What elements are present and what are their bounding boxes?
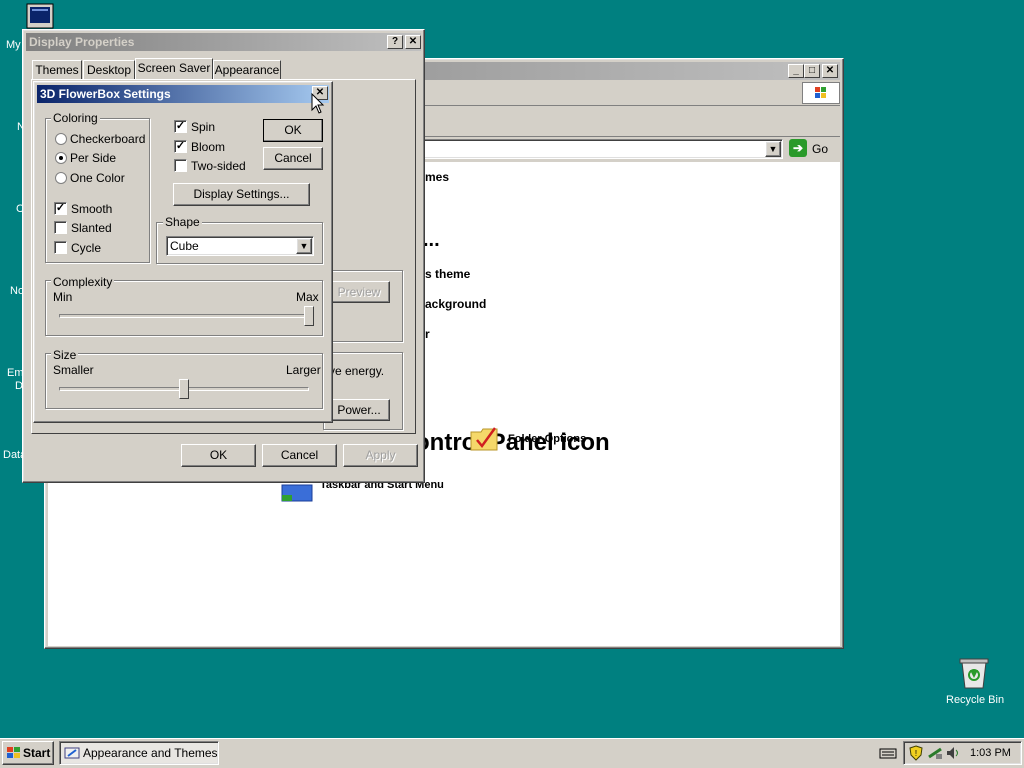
smooth-label[interactable]: Smooth	[71, 202, 112, 216]
power-text-partial: ve energy.	[329, 364, 385, 378]
folder-options-label[interactable]: Folder Options	[508, 433, 586, 445]
size-group-label: Size	[51, 348, 79, 362]
recycle-bin-label[interactable]: Recycle Bin	[946, 694, 1004, 706]
display-properties-title: Display Properties	[29, 35, 135, 49]
complexity-max-label: Max	[296, 290, 319, 304]
security-shield-icon[interactable]: !	[908, 745, 924, 761]
desktop-icon-label[interactable]: My	[6, 39, 21, 51]
control-panel-icon	[64, 747, 80, 759]
preview-button[interactable]: Preview	[328, 281, 390, 303]
checkerboard-radio[interactable]	[55, 133, 67, 145]
taskbar-task-appearance-themes[interactable]: Appearance and Themes	[59, 741, 219, 765]
size-max-label: Larger	[286, 363, 321, 377]
minimize-button[interactable]: _	[788, 64, 804, 78]
size-slider-thumb[interactable]	[179, 379, 189, 399]
cycle-label[interactable]: Cycle	[71, 241, 101, 255]
spin-label[interactable]: Spin	[191, 120, 215, 134]
recycle-bin-icon[interactable]	[956, 656, 992, 690]
complexity-group-label: Complexity	[51, 275, 115, 289]
spin-checkbox[interactable]: ✓	[174, 120, 187, 133]
tab-screen-saver[interactable]: Screen Saver	[135, 58, 213, 80]
close-button[interactable]: ✕	[822, 64, 838, 78]
task-link-themes[interactable]: mes	[425, 170, 449, 184]
smooth-checkbox[interactable]: ✓	[54, 202, 67, 215]
start-label: Start	[23, 746, 51, 760]
two-sided-checkbox[interactable]	[174, 159, 187, 172]
bloom-label[interactable]: Bloom	[191, 140, 225, 154]
task-link-background[interactable]: ackground	[425, 297, 486, 311]
per-side-label[interactable]: Per Side	[70, 151, 116, 165]
cancel-button[interactable]: Cancel	[262, 444, 337, 467]
monitor-icon	[26, 3, 54, 29]
one-color-radio[interactable]	[55, 172, 67, 184]
shape-select[interactable]: Cube ▼	[166, 236, 314, 256]
desktop-my-computer-icon[interactable]	[26, 3, 54, 29]
address-input[interactable]	[375, 139, 783, 159]
two-sided-label[interactable]: Two-sided	[191, 159, 246, 173]
per-side-radio[interactable]	[55, 152, 67, 164]
network-icon[interactable]	[927, 745, 943, 761]
help-button[interactable]: ?	[387, 35, 403, 49]
checkerboard-label[interactable]: Checkerboard	[70, 132, 145, 146]
flowerbox-title: 3D FlowerBox Settings	[40, 87, 171, 101]
task-heading-dots: ...	[423, 229, 440, 251]
folder-options-icon[interactable]	[469, 424, 501, 452]
go-button-label[interactable]: Go	[812, 142, 828, 156]
ok-button[interactable]: OK	[181, 444, 256, 467]
task-link-theme[interactable]: s theme	[425, 267, 470, 281]
address-dropdown-button[interactable]: ▼	[765, 141, 781, 157]
volume-icon[interactable]	[945, 745, 961, 761]
taskbar-task-label: Appearance and Themes	[83, 746, 218, 760]
power-button[interactable]: Power...	[328, 399, 390, 421]
go-arrow-icon[interactable]: ➔	[789, 139, 807, 157]
keyboard-icon[interactable]	[879, 745, 897, 761]
windows-logo-icon	[7, 747, 20, 758]
mouse-cursor-icon	[311, 92, 325, 115]
chevron-down-icon[interactable]: ▼	[296, 238, 312, 254]
svg-text:!: !	[915, 749, 917, 758]
complexity-min-label: Min	[53, 290, 73, 304]
windows-logo-icon	[802, 82, 840, 104]
cancel-button[interactable]: Cancel	[263, 147, 323, 170]
slanted-label[interactable]: Slanted	[71, 221, 112, 235]
close-button[interactable]: ✕	[405, 35, 421, 49]
display-settings-button[interactable]: Display Settings...	[173, 183, 310, 206]
tab-themes[interactable]: Themes	[32, 60, 82, 80]
flowerbox-settings-window: 3D FlowerBox Settings ✕ Coloring Checker…	[33, 81, 333, 423]
complexity-slider-thumb[interactable]	[304, 306, 314, 326]
complexity-slider-track[interactable]	[59, 314, 309, 318]
bloom-checkbox[interactable]: ✓	[174, 140, 187, 153]
maximize-button[interactable]: □	[804, 64, 820, 78]
apply-button[interactable]: Apply	[343, 444, 418, 467]
one-color-label[interactable]: One Color	[70, 171, 125, 185]
coloring-group-label: Coloring	[51, 111, 100, 125]
display-properties-titlebar[interactable]: Display Properties	[26, 33, 421, 51]
start-button[interactable]: Start	[2, 741, 54, 765]
shape-group-label: Shape	[163, 215, 202, 229]
cycle-checkbox[interactable]	[54, 241, 67, 254]
flowerbox-titlebar[interactable]: 3D FlowerBox Settings	[37, 85, 329, 103]
clock[interactable]: 1:03 PM	[970, 747, 1011, 759]
tab-desktop[interactable]: Desktop	[83, 60, 135, 80]
size-min-label: Smaller	[53, 363, 94, 377]
tab-appearance[interactable]: Appearance	[213, 60, 281, 80]
slanted-checkbox[interactable]	[54, 221, 67, 234]
shape-select-value: Cube	[170, 239, 199, 253]
task-link-r[interactable]: r	[425, 327, 430, 341]
ok-button[interactable]: OK	[263, 119, 323, 142]
